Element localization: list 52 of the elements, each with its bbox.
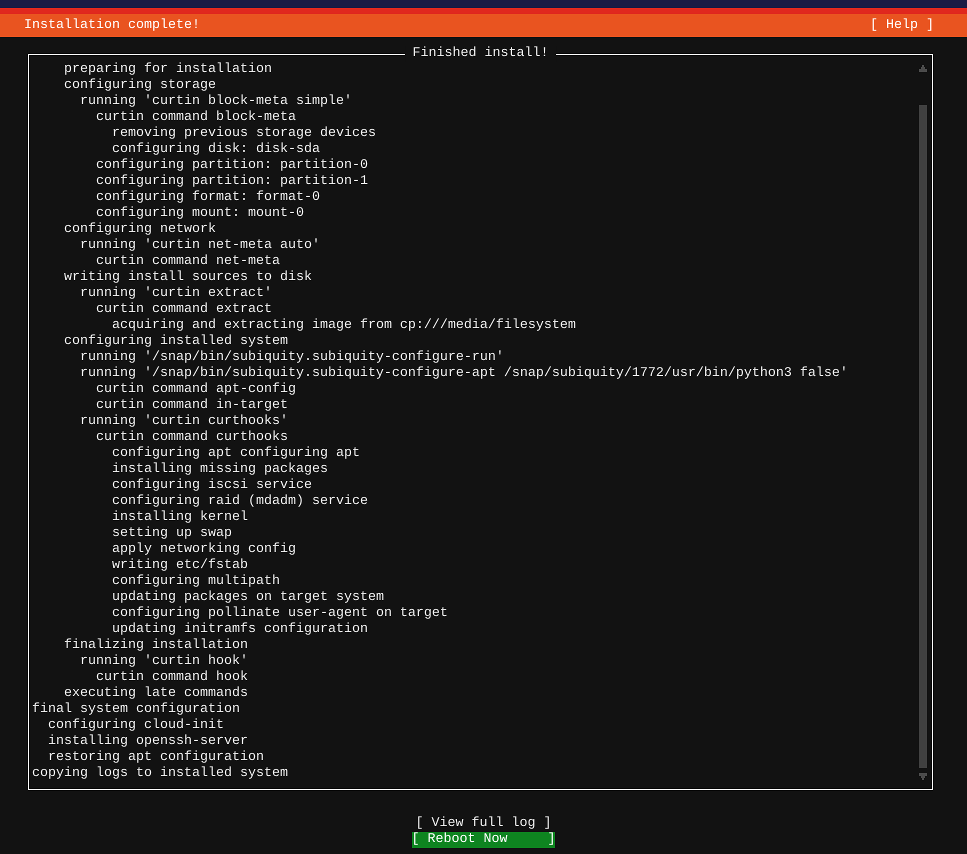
log-line: running 'curtin net-meta auto' (80, 238, 320, 254)
scroll-up-icon[interactable] (919, 65, 927, 72)
log-line: configuring apt configuring apt (112, 446, 360, 462)
log-line: writing install sources to disk (64, 270, 312, 286)
log-line: configuring format: format-0 (96, 190, 320, 206)
dialog-button[interactable]: [ View full log ] (416, 816, 552, 832)
log-line: installing missing packages (112, 462, 328, 478)
log-line: curtin command extract (96, 302, 272, 318)
log-line: restoring apt configuration (48, 750, 264, 766)
log-line: configuring network (64, 222, 216, 238)
log-line: configuring mount: mount-0 (96, 206, 304, 222)
header-title: Installation complete! (24, 18, 200, 34)
log-line: acquiring and extracting image from cp:///media/filesystem (112, 318, 576, 334)
log-line: curtin command in-target (96, 398, 288, 414)
log-line: curtin command net-meta (96, 254, 280, 270)
log-line: configuring partition: partition-1 (96, 174, 368, 190)
scroll-down-icon[interactable] (919, 773, 927, 780)
log-line: running '/snap/bin/subiquity.subiquity-configure-apt /snap/subiquity/1772/usr/bin/python3 false' (80, 366, 848, 382)
dialog-button[interactable]: [ Reboot Now ] (412, 832, 556, 848)
log-line: apply networking config (112, 542, 296, 558)
log-line: updating packages on target system (112, 590, 384, 606)
log-line: curtin command apt-config (96, 382, 296, 398)
log-line: running '/snap/bin/subiquity.subiquity-configure-run' (80, 350, 504, 366)
log-line: configuring multipath (112, 574, 280, 590)
log-line: finalizing installation (64, 638, 248, 654)
log-line: copying logs to installed system (32, 766, 288, 782)
log-line: final system configuration (32, 702, 240, 718)
log-line: configuring raid (mdadm) service (112, 494, 368, 510)
log-line: executing late commands (64, 686, 248, 702)
help-button[interactable]: [ Help ] (870, 18, 934, 34)
log-line: preparing for installation (64, 62, 272, 78)
log-line: writing etc/fstab (112, 558, 248, 574)
log-line: running 'curtin extract' (80, 286, 272, 302)
log-line: curtin command curthooks (96, 430, 288, 446)
log-line: configuring installed system (64, 334, 288, 350)
log-line: curtin command block-meta (96, 110, 296, 126)
log-line: configuring cloud-init (48, 718, 224, 734)
log-line: curtin command hook (96, 670, 248, 686)
log-line: setting up swap (112, 526, 232, 542)
log-line: updating initramfs configuration (112, 622, 368, 638)
log-line: configuring iscsi service (112, 478, 312, 494)
log-line: installing openssh-server (48, 734, 248, 750)
log-line: running 'curtin curthooks' (80, 414, 288, 430)
log-line: removing previous storage devices (112, 126, 376, 142)
log-line: configuring storage (64, 78, 216, 94)
log-line: installing kernel (112, 510, 248, 526)
log-line: running 'curtin hook' (80, 654, 248, 670)
log-line: configuring partition: partition-0 (96, 158, 368, 174)
scrollbar-thumb[interactable] (919, 105, 927, 768)
log-line: running 'curtin block-meta simple' (80, 94, 352, 110)
log-line: configuring disk: disk-sda (112, 142, 320, 158)
log-line: configuring pollinate user-agent on target (112, 606, 448, 622)
